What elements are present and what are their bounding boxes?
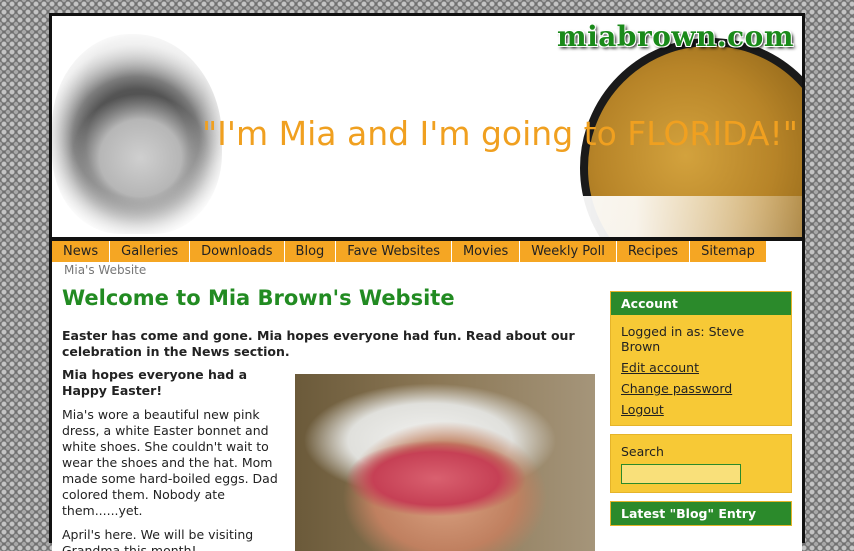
latest-blog-block: Latest "Blog" Entry: [610, 501, 792, 526]
search-label: Search: [621, 444, 664, 459]
nav-item-movies[interactable]: Movies: [451, 241, 521, 262]
nav-item-weekly-poll[interactable]: Weekly Poll: [520, 241, 617, 262]
main-content: Welcome to Mia Brown's Website Easter ha…: [62, 286, 597, 551]
page-frame: miabrown.com "I'm Mia and I'm going to F…: [49, 13, 805, 551]
nav-item-recipes[interactable]: Recipes: [616, 241, 691, 262]
search-block: Search: [610, 434, 792, 493]
nav-item-fave-websites[interactable]: Fave Websites: [336, 241, 452, 262]
nav-item-downloads[interactable]: Downloads: [190, 241, 285, 262]
nav-item-sitemap[interactable]: Sitemap: [690, 241, 767, 262]
nav-item-blog[interactable]: Blog: [284, 241, 337, 262]
article-text-column: Mia hopes everyone had a Happy Easter! M…: [62, 367, 294, 551]
nav-item-news[interactable]: News: [52, 241, 111, 262]
search-block-body: Search: [611, 435, 791, 492]
account-block-title: Account: [611, 292, 791, 315]
april-text: April's here. We will be visiting Grandm…: [62, 527, 254, 551]
latest-blog-title: Latest "Blog" Entry: [611, 502, 791, 525]
main-nav: News Galleries Downloads Blog Fave Websi…: [52, 241, 767, 262]
search-input[interactable]: [621, 464, 741, 484]
content-area: News Galleries Downloads Blog Fave Websi…: [52, 241, 802, 551]
easter-photo[interactable]: [295, 374, 595, 551]
logged-in-text: Logged in as: Steve Brown: [621, 324, 745, 354]
account-block: Account Logged in as: Steve Brown Edit a…: [610, 291, 792, 426]
breadcrumb[interactable]: Mia's Website: [64, 263, 146, 277]
page-title: Welcome to Mia Brown's Website: [62, 286, 455, 310]
change-password-link[interactable]: Change password: [621, 381, 781, 396]
site-logo[interactable]: miabrown.com: [557, 20, 794, 53]
header-fade-decoration: [492, 196, 802, 237]
account-block-body: Logged in as: Steve Brown Edit account C…: [611, 315, 791, 425]
intro-text: Easter has come and gone. Mia hopes ever…: [62, 328, 575, 359]
sidebar: Account Logged in as: Steve Brown Edit a…: [610, 291, 792, 534]
edit-account-link[interactable]: Edit account: [621, 360, 781, 375]
header-tagline: "I'm Mia and I'm going to FLORIDA!": [202, 114, 798, 153]
site-header: miabrown.com "I'm Mia and I'm going to F…: [52, 16, 802, 237]
nav-item-galleries[interactable]: Galleries: [110, 241, 191, 262]
easter-heading: Mia hopes everyone had a Happy Easter!: [62, 367, 248, 398]
logout-link[interactable]: Logout: [621, 402, 781, 417]
easter-body: Mia's wore a beautiful new pink dress, a…: [62, 407, 278, 518]
